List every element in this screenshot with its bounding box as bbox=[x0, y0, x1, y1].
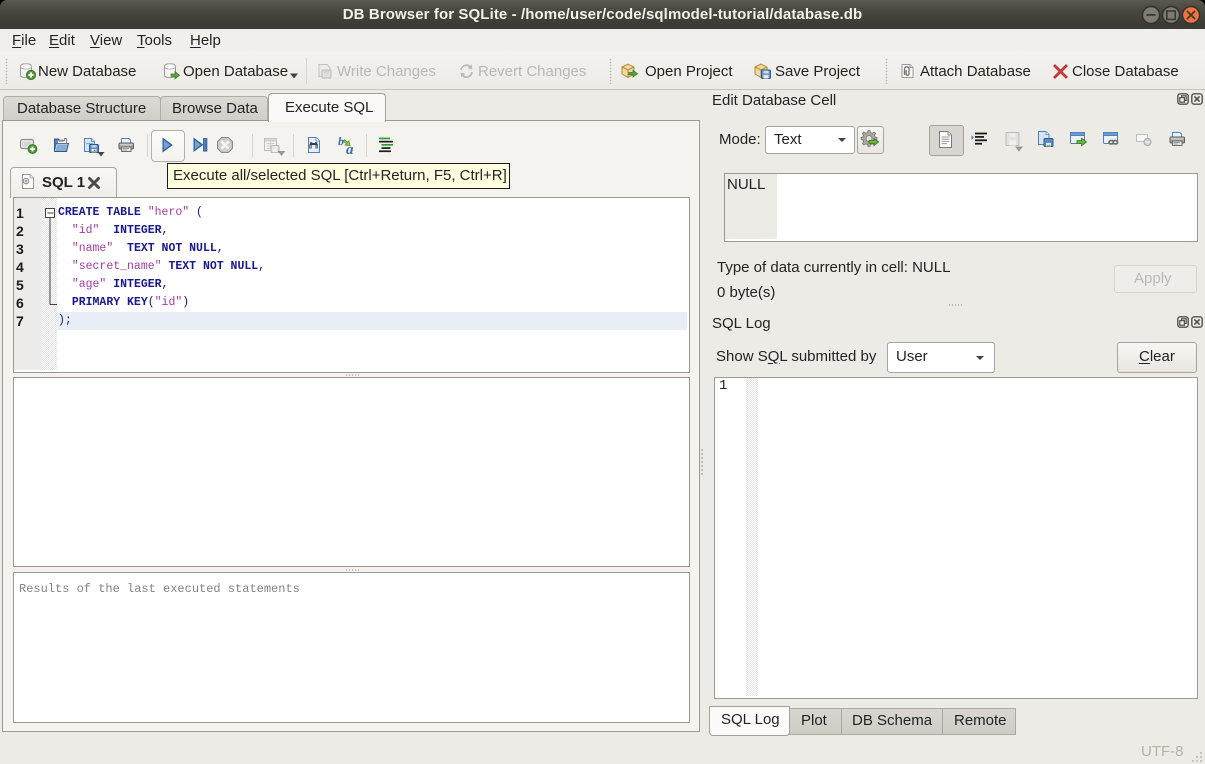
svg-text:b: b bbox=[338, 135, 344, 148]
svg-text:a: a bbox=[346, 142, 354, 155]
